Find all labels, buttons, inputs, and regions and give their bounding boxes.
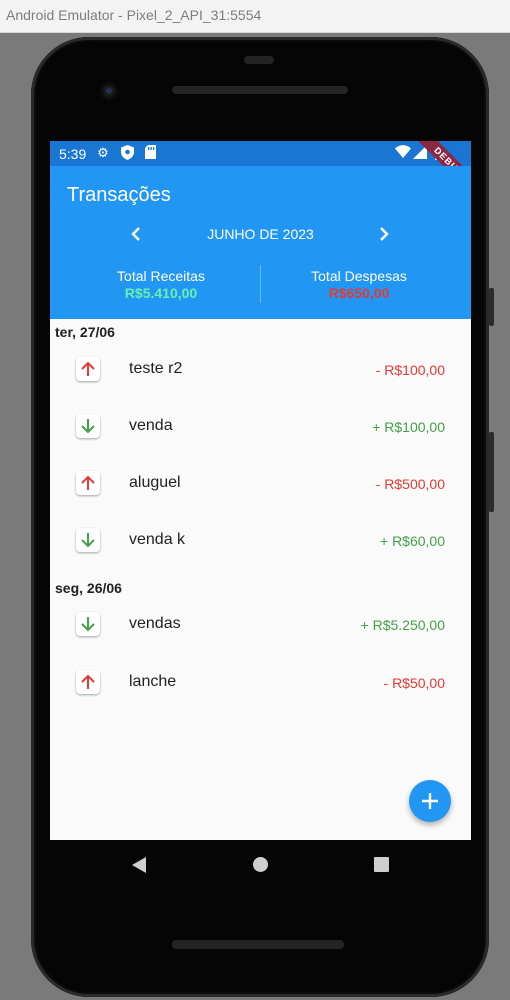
emulator-title: Android Emulator - Pixel_2_API_31:5554 — [6, 7, 262, 23]
expense-total: Total Despesas R$650,00 — [254, 268, 464, 301]
transaction-amount: + R$60,00 — [380, 533, 445, 549]
income-total-value: R$5.410,00 — [124, 285, 198, 301]
emulator-title-bar: Android Emulator - Pixel_2_API_31:5554 — [0, 0, 510, 33]
date-group-header: seg, 26/06 — [55, 580, 122, 596]
month-label: JUNHO DE 2023 — [207, 226, 314, 242]
arrow-up-icon — [76, 471, 100, 495]
status-time: 5:39 — [59, 146, 87, 162]
transaction-row[interactable]: lanche - R$50,00 — [50, 654, 471, 710]
status-bar: 5:39 ⚙ DEBUG — [50, 141, 471, 201]
app-bar: Transações JUNHO DE 2023 Total Receitas … — [50, 166, 471, 319]
arrow-up-icon — [76, 357, 100, 381]
transaction-description: venda k — [129, 531, 186, 548]
front-camera — [100, 82, 118, 100]
transaction-amount: + R$100,00 — [372, 419, 445, 435]
income-total-label: Total Receitas — [117, 268, 205, 284]
arrow-down-icon — [76, 612, 100, 636]
shield-icon — [120, 145, 134, 161]
bottom-speaker — [172, 940, 344, 949]
transaction-amount: - R$50,00 — [383, 675, 445, 691]
transaction-row[interactable]: aluguel - R$500,00 — [50, 455, 471, 511]
expense-total-value: R$650,00 — [328, 285, 390, 301]
plus-icon — [422, 793, 438, 809]
transaction-row[interactable]: venda + R$100,00 — [50, 398, 471, 454]
income-total: Total Receitas R$5.410,00 — [56, 268, 266, 301]
arrow-down-icon — [76, 528, 100, 552]
add-transaction-button[interactable] — [409, 780, 451, 822]
expense-total-label: Total Despesas — [311, 268, 407, 284]
transaction-row[interactable]: vendas + R$5.250,00 — [50, 596, 471, 652]
transaction-description: teste r2 — [129, 360, 183, 377]
transaction-description: lanche — [129, 673, 177, 690]
transaction-description: vendas — [129, 615, 181, 632]
arrow-down-icon — [76, 414, 100, 438]
date-group-header: ter, 27/06 — [55, 324, 115, 340]
wifi-icon — [395, 145, 411, 161]
transaction-amount: - R$500,00 — [375, 476, 445, 492]
android-nav-bar — [50, 840, 471, 890]
transaction-description: venda — [129, 417, 173, 434]
recents-icon[interactable] — [374, 857, 389, 872]
arrow-up-icon — [76, 670, 100, 694]
earpiece — [244, 56, 274, 64]
top-speaker — [172, 86, 348, 94]
phone-power-button[interactable] — [489, 288, 494, 326]
transaction-row[interactable]: teste r2 - R$100,00 — [50, 341, 471, 397]
sd-card-icon — [143, 145, 157, 161]
phone-volume-button[interactable] — [489, 432, 494, 512]
app-screen: 5:39 ⚙ DEBUG Transações JUNHO DE 2023 To… — [50, 141, 471, 840]
totals-summary: Total Receitas R$5.410,00 Total Despesas… — [50, 265, 471, 304]
gear-icon: ⚙ — [97, 145, 109, 160]
home-icon[interactable] — [253, 857, 268, 872]
transaction-amount: - R$100,00 — [375, 362, 445, 378]
back-icon[interactable] — [132, 857, 146, 873]
page-title: Transações — [67, 184, 171, 206]
transaction-description: aluguel — [129, 474, 181, 491]
month-selector: JUNHO DE 2023 — [50, 222, 471, 246]
transaction-amount: + R$5.250,00 — [360, 617, 445, 633]
transaction-row[interactable]: venda k + R$60,00 — [50, 512, 471, 568]
chevron-right-icon[interactable] — [372, 222, 396, 246]
